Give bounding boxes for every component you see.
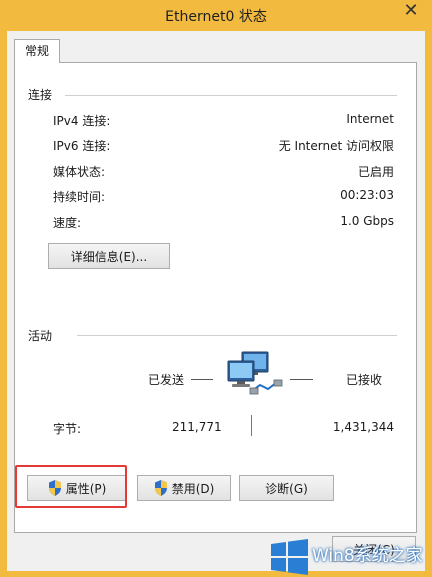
activity-group-divider <box>77 335 397 336</box>
disable-button-label: 禁用(D) <box>171 481 215 496</box>
duration-label: 持续时间: <box>53 190 106 204</box>
uac-shield-icon <box>154 479 168 496</box>
title-bar[interactable]: Ethernet0 状态 ✕ <box>0 0 432 31</box>
connection-group-heading: 连接 <box>28 88 53 102</box>
bytes-label: 字节: <box>53 422 82 436</box>
speed-label: 速度: <box>53 216 82 230</box>
duration-value: 00:23:03 <box>340 188 394 202</box>
network-computers-icon <box>224 351 286 397</box>
status-dialog: Ethernet0 状态 ✕ 常规 连接 IPv4 连接: Internet I… <box>0 0 432 577</box>
diagnose-button-label: 诊断(G) <box>265 481 308 496</box>
windows-logo-icon <box>271 539 308 575</box>
highlight-box <box>15 465 127 508</box>
received-label: 已接收 <box>346 373 383 387</box>
ipv4-value: Internet <box>346 112 394 126</box>
details-button-label: 详细信息(E)... <box>70 249 148 264</box>
ipv4-label: IPv4 连接: <box>53 114 111 128</box>
diagnose-button[interactable]: 诊断(G) <box>239 475 334 501</box>
received-connector-line <box>290 379 313 380</box>
tab-general[interactable]: 常规 <box>14 39 60 63</box>
bytes-received-value: 1,431,344 <box>332 420 394 434</box>
close-window-button[interactable]: ✕ <box>398 1 424 23</box>
bytes-sent-value: 211,771 <box>172 420 222 434</box>
sent-connector-line <box>191 379 213 380</box>
details-button[interactable]: 详细信息(E)... <box>48 243 170 269</box>
watermark: Win8系统之家 <box>268 536 432 577</box>
window-title: Ethernet0 状态 <box>165 9 267 25</box>
general-tab-panel: 连接 IPv4 连接: Internet IPv6 连接: 无 Internet… <box>14 62 417 533</box>
media-state-label: 媒体状态: <box>53 165 106 179</box>
activity-group-heading: 活动 <box>28 329 53 343</box>
ipv6-value: 无 Internet 访问权限 <box>278 139 394 153</box>
sent-label: 已发送 <box>148 373 185 387</box>
media-state-value: 已启用 <box>357 165 394 179</box>
disable-button[interactable]: 禁用(D) <box>137 475 231 501</box>
watermark-text: Win8系统之家 <box>312 546 423 566</box>
bytes-divider <box>251 415 252 436</box>
connection-group-divider <box>65 95 397 96</box>
speed-value: 1.0 Gbps <box>340 214 394 228</box>
ipv6-label: IPv6 连接: <box>53 139 111 153</box>
